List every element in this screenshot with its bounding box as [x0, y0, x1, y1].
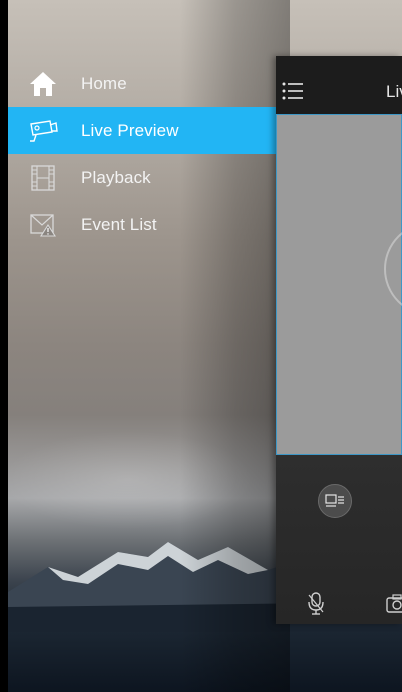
home-icon [28, 71, 58, 97]
menu-item-playback[interactable]: Playback [8, 154, 276, 201]
menu-item-label: Live Preview [81, 120, 179, 140]
side-menu: Home Live Preview Playback Event List [8, 60, 276, 248]
menu-item-event-list[interactable]: Event List [8, 201, 276, 248]
add-camera-icon[interactable] [384, 222, 402, 316]
video-view[interactable] [276, 114, 402, 455]
menu-icon[interactable] [282, 82, 304, 100]
page-title: Liv [386, 82, 402, 101]
camera-icon [28, 118, 58, 144]
stream-type-button[interactable] [318, 484, 352, 518]
menu-item-label: Home [81, 73, 127, 93]
menu-item-home[interactable]: Home [8, 60, 276, 107]
live-preview-panel[interactable]: Liv [276, 56, 402, 624]
stream-icon [325, 494, 344, 507]
menu-item-live-preview[interactable]: Live Preview [8, 107, 276, 154]
menu-item-label: Playback [81, 167, 151, 187]
control-area [276, 455, 402, 624]
microphone-icon[interactable] [306, 592, 326, 616]
snapshot-icon[interactable] [386, 594, 402, 614]
film-icon [28, 164, 58, 191]
menu-item-label: Event List [81, 214, 157, 234]
alert-mail-icon [28, 212, 58, 238]
